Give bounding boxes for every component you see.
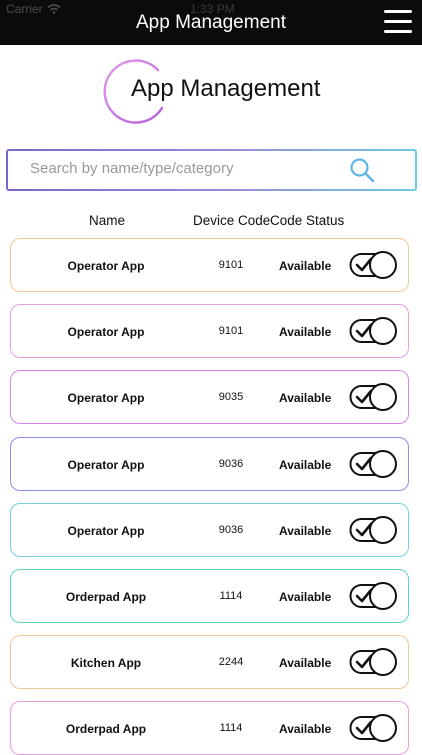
hamburger-menu-icon[interactable] [384,10,412,34]
column-header-code-status: Code Status [270,213,345,228]
app-row[interactable]: Operator App 9036 Available [10,436,409,491]
app-name: Operator App [67,523,145,538]
code-status: Available [279,391,332,406]
logo-title: App Management [131,75,321,102]
device-code: 9036 [218,523,244,536]
app-row[interactable]: Orderpad App 1114 Available [10,701,409,755]
code-status: Available [279,722,332,737]
navigation-bar: Carrier 1:33 PM App Management [0,0,422,45]
device-code: 2244 [218,656,244,669]
code-status: Available [279,523,332,538]
device-code: 9036 [218,457,244,470]
app-name: Operator App [67,325,145,340]
status-toggle[interactable] [349,382,399,412]
search-input[interactable] [28,159,332,178]
code-status: Available [279,656,332,671]
device-code: 1114 [219,590,243,602]
app-name: Operator App [67,259,145,273]
code-status: Available [279,590,332,604]
app-name: Orderpad App [65,590,147,604]
app-name: Operator App [67,457,145,472]
app-row[interactable]: Operator App 9036 Available [10,502,409,557]
menu-line [384,20,412,23]
device-code: 9035 [218,391,244,404]
status-toggle[interactable] [349,316,399,346]
app-name: Orderpad App [65,722,147,737]
status-toggle[interactable] [349,581,399,611]
device-code: 9101 [218,259,244,271]
app-row[interactable]: Kitchen App 2244 Available [10,635,409,690]
app-name: Operator App [67,391,145,406]
app-row[interactable]: Operator App 9035 Available [10,370,409,425]
column-header-device-code: Device Code [193,213,271,228]
status-toggle[interactable] [349,250,399,280]
menu-line [384,10,412,13]
search-icon[interactable] [349,157,375,183]
menu-line [384,30,412,33]
code-status: Available [279,325,332,340]
status-toggle[interactable] [349,449,399,479]
app-row[interactable]: Operator App 9101 Available [10,304,409,359]
app-row[interactable]: Orderpad App 1114 Available [10,569,409,623]
status-toggle[interactable] [349,647,399,677]
page-title: App Management [136,12,286,33]
app-name: Kitchen App [70,656,142,671]
status-toggle[interactable] [349,515,399,545]
search-bar[interactable] [6,149,417,191]
device-code: 9101 [218,325,244,338]
status-toggle[interactable] [349,713,399,743]
column-header-name: Name [89,213,126,228]
code-status: Available [279,259,332,273]
app-row[interactable]: Operator App 9101 Available [10,238,409,292]
device-code: 1114 [219,722,243,735]
code-status: Available [279,457,332,472]
